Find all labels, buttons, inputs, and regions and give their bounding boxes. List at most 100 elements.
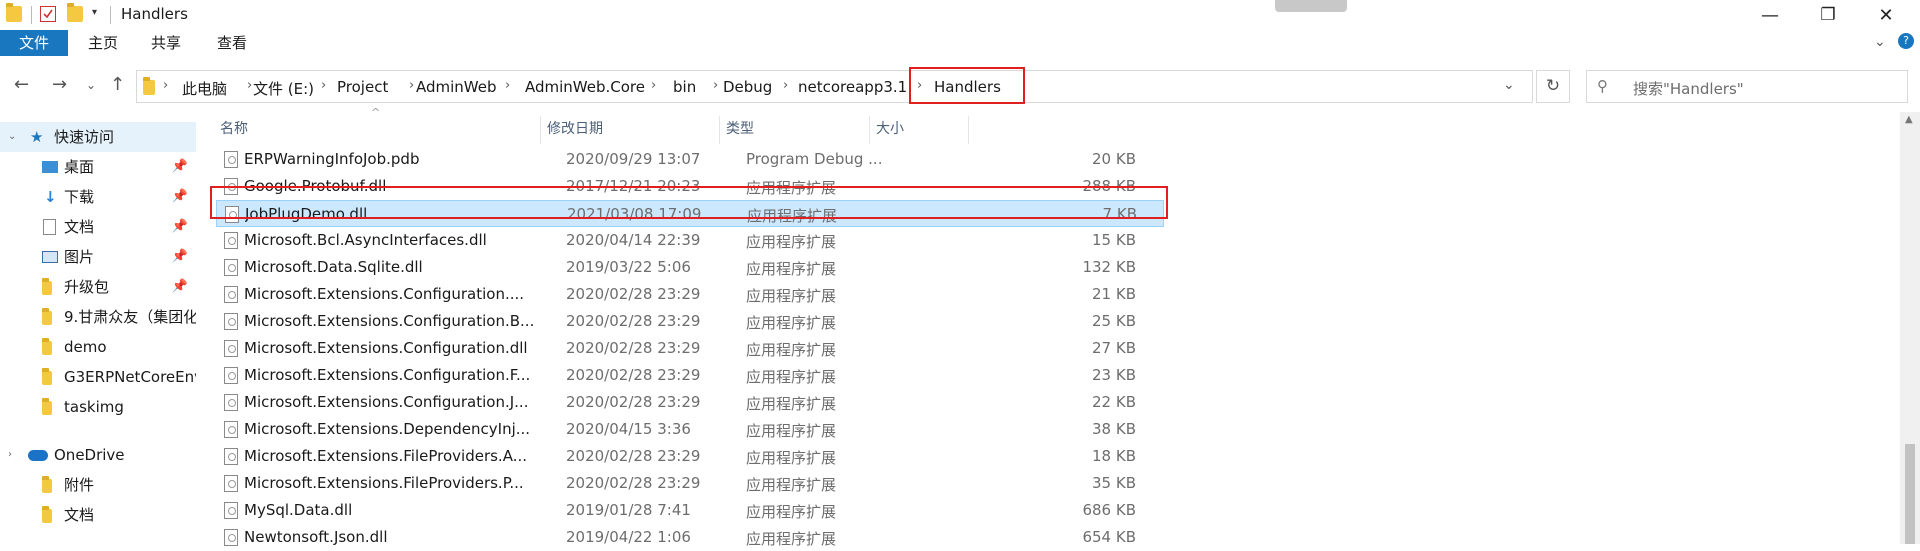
maximize-button[interactable]: ❐ — [1800, 0, 1856, 30]
file-row[interactable]: Microsoft.Bcl.AsyncInterfaces.dll 2020/04… — [216, 227, 1164, 254]
pin-icon[interactable]: 📌 — [172, 242, 188, 272]
pin-icon[interactable]: 📌 — [172, 182, 188, 212]
file-icon — [224, 529, 238, 546]
chevron-right-icon[interactable]: › — [321, 78, 326, 93]
file-name: Microsoft.Extensions.FileProviders.A... — [244, 447, 527, 465]
breadcrumb-debug[interactable]: Debug — [723, 78, 772, 96]
search-input[interactable]: 搜索"Handlers" — [1633, 78, 1744, 99]
nav-item-g3erp[interactable]: G3ERPNetCoreEnv — [0, 362, 196, 392]
nav-item-desktop[interactable]: 桌面 📌 — [0, 152, 196, 182]
search-box[interactable]: ⚲ 搜索"Handlers" — [1586, 70, 1908, 103]
nav-onedrive[interactable]: › OneDrive — [0, 440, 196, 470]
file-icon — [224, 151, 238, 168]
nav-item-attachments[interactable]: 附件 — [0, 470, 196, 500]
forward-arrow-icon[interactable]: → — [52, 74, 67, 95]
file-row[interactable]: Microsoft.Extensions.Configuration.... 20… — [216, 281, 1164, 308]
column-header-type[interactable]: 类型 — [726, 118, 754, 138]
highlight-box — [909, 67, 1025, 104]
nav-item-upgrade[interactable]: 升级包 📌 — [0, 272, 196, 302]
breadcrumb-this-pc[interactable]: 此电脑 — [182, 78, 227, 99]
tab-home[interactable]: 主页 — [74, 30, 132, 56]
chevron-right-icon[interactable]: › — [8, 440, 12, 470]
divider — [110, 6, 111, 24]
pin-icon[interactable]: 📌 — [172, 212, 188, 242]
expand-ribbon-icon[interactable]: ⌄ — [1874, 34, 1886, 50]
chevron-right-icon[interactable]: › — [505, 78, 510, 93]
nav-item-onedrive-documents[interactable]: 文档 — [0, 500, 196, 530]
chevron-right-icon[interactable]: › — [713, 78, 718, 93]
tab-share[interactable]: 共享 — [137, 30, 195, 56]
tab-file[interactable]: 文件 — [0, 30, 68, 56]
breadcrumb-drive[interactable]: 文件 (E:) — [253, 78, 314, 99]
address-bar[interactable]: › 此电脑 › 文件 (E:) › Project › AdminWeb › A… — [136, 67, 1533, 104]
new-folder-icon[interactable] — [67, 3, 83, 22]
close-button[interactable]: ✕ — [1858, 0, 1914, 30]
refresh-button[interactable]: ↻ — [1536, 70, 1570, 103]
chevron-right-icon[interactable]: › — [163, 78, 168, 93]
file-row[interactable]: Microsoft.Extensions.Configuration.J... 2… — [216, 389, 1164, 416]
nav-label: 下载 — [64, 188, 95, 206]
tab-view[interactable]: 查看 — [203, 30, 261, 56]
chevron-right-icon[interactable]: › — [651, 78, 656, 93]
pin-icon[interactable]: 📌 — [172, 272, 188, 302]
file-row[interactable]: MySql.Data.dll 2019/01/28 7:41 应用程序扩展 686 K… — [216, 497, 1164, 524]
nav-item-downloads[interactable]: ↓ 下载 📌 — [0, 182, 196, 212]
file-row[interactable]: Microsoft.Extensions.Configuration.B... 2… — [216, 308, 1164, 335]
file-type: 应用程序扩展 — [746, 287, 837, 305]
folder-icon — [143, 77, 155, 95]
file-size: 35 KB — [1092, 474, 1136, 492]
column-divider[interactable] — [968, 116, 969, 144]
address-dropdown-icon[interactable]: ⌄ — [1503, 77, 1515, 93]
nav-quick-access[interactable]: ⌄ ★ 快速访问 — [0, 122, 196, 152]
file-row[interactable]: Microsoft.Extensions.DependencyInj... 202… — [216, 416, 1164, 443]
scroll-up-icon[interactable]: ▲ — [1905, 114, 1913, 125]
breadcrumb-project[interactable]: Project — [337, 78, 388, 96]
breadcrumb-netcoreapp[interactable]: netcoreapp3.1 — [798, 78, 907, 96]
vertical-scrollbar[interactable]: ▲ — [1900, 112, 1920, 544]
file-row[interactable]: Microsoft.Extensions.FileProviders.A... 2… — [216, 443, 1164, 470]
column-header-size[interactable]: 大小 — [876, 118, 904, 138]
breadcrumb-adminweb-core[interactable]: AdminWeb.Core — [525, 78, 645, 96]
file-row[interactable]: Microsoft.Data.Sqlite.dll 2019/03/22 5:06… — [216, 254, 1164, 281]
file-date: 2019/04/22 1:06 — [566, 528, 691, 546]
drag-handle[interactable] — [1275, 0, 1347, 12]
help-icon[interactable]: ? — [1898, 33, 1914, 49]
folder-icon — [42, 506, 52, 523]
chevron-down-icon[interactable]: ⌄ — [8, 122, 16, 152]
breadcrumb-adminweb[interactable]: AdminWeb — [416, 78, 497, 96]
file-row[interactable]: ERPWarningInfoJob.pdb 2020/09/29 13:07 Pro… — [216, 146, 1164, 173]
chevron-right-icon[interactable]: › — [247, 78, 252, 93]
nav-item-demo[interactable]: demo — [0, 332, 196, 362]
nav-label: 图片 — [64, 248, 95, 266]
file-list: ^ 名称 修改日期 类型 大小 ERPWarningInfoJob.pdb 202… — [196, 106, 1896, 548]
folder-icon — [42, 338, 52, 355]
scrollbar-thumb[interactable] — [1905, 444, 1915, 544]
nav-item-taskimg[interactable]: taskimg — [0, 392, 196, 422]
file-row[interactable]: Newtonsoft.Json.dll 2019/04/22 1:06 应用程序扩展… — [216, 524, 1164, 551]
column-header-name[interactable]: 名称 — [220, 118, 248, 138]
column-divider[interactable] — [869, 116, 870, 144]
nav-label: 9.甘肃众友（集团化 — [64, 308, 196, 326]
file-row[interactable]: Microsoft.Extensions.Configuration.F... 2… — [216, 362, 1164, 389]
column-header-date[interactable]: 修改日期 — [547, 118, 603, 138]
minimize-button[interactable]: — — [1742, 0, 1798, 30]
chevron-right-icon[interactable]: › — [409, 78, 414, 93]
file-size: 21 KB — [1092, 285, 1136, 303]
customize-toolbar-icon[interactable]: ▾ — [92, 7, 97, 18]
file-row[interactable]: Microsoft.Extensions.FileProviders.P... 2… — [216, 470, 1164, 497]
nav-item-gansu[interactable]: 9.甘肃众友（集团化 — [0, 302, 196, 332]
nav-item-pictures[interactable]: 图片 📌 — [0, 242, 196, 272]
chevron-right-icon[interactable]: › — [783, 78, 788, 93]
properties-icon[interactable] — [40, 6, 56, 22]
back-arrow-icon[interactable]: ← — [14, 74, 29, 95]
breadcrumb-bin[interactable]: bin — [673, 78, 696, 96]
up-arrow-icon[interactable]: ↑ — [110, 74, 125, 95]
nav-item-documents[interactable]: 文档 📌 — [0, 212, 196, 242]
file-row[interactable]: Microsoft.Extensions.Configuration.dll 20… — [216, 335, 1164, 362]
column-divider[interactable] — [719, 116, 720, 144]
pin-icon[interactable]: 📌 — [172, 152, 188, 182]
recent-locations-icon[interactable]: ⌄ — [86, 78, 96, 92]
window-title: Handlers — [121, 5, 188, 23]
column-divider[interactable] — [540, 116, 541, 144]
file-date: 2020/02/28 23:29 — [566, 339, 701, 357]
